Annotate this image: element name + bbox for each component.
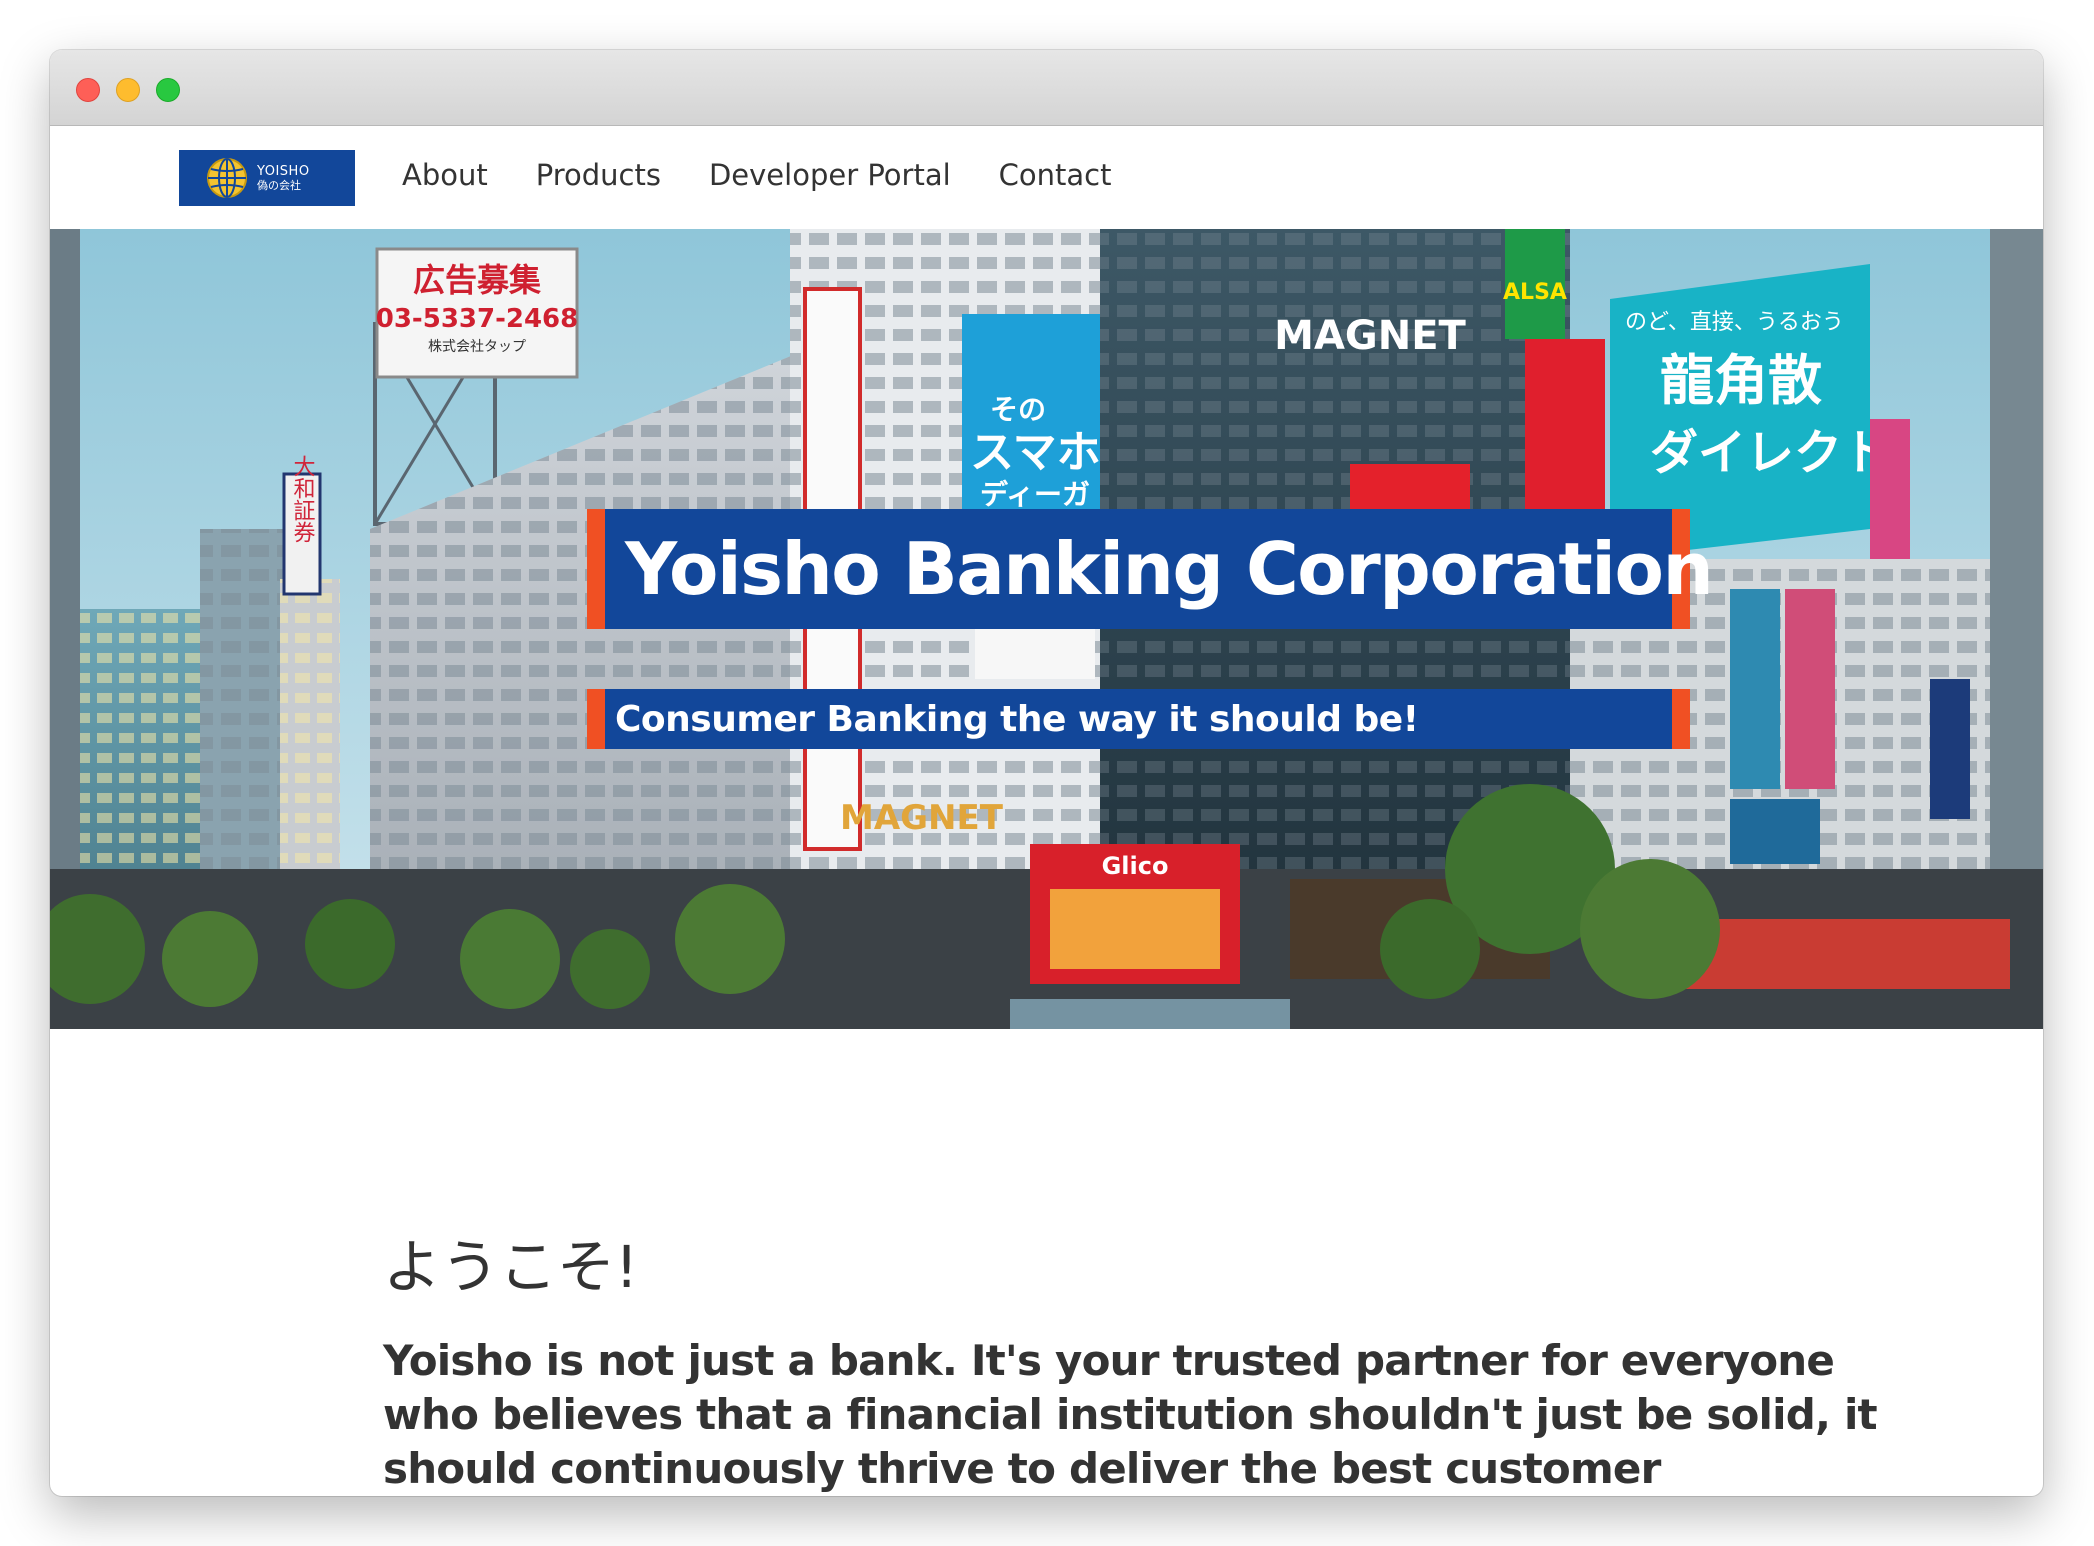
close-window-button[interactable]: [76, 78, 100, 102]
hero-subtitle: Consumer Banking the way it should be!: [587, 689, 1690, 749]
billboard-line-3: 株式会社タップ: [428, 339, 526, 355]
ryukakusan-sign-1: 龍角散: [1660, 349, 1822, 412]
nav-contact-link[interactable]: Contact: [999, 158, 1112, 192]
billboard-line-2: 03-5337-2468: [376, 304, 579, 334]
maximize-window-button[interactable]: [156, 78, 180, 102]
alsa-sign-text: ALSA: [1503, 280, 1567, 305]
daiwa-sign-text: 大和証券: [290, 455, 316, 543]
billboard-line-1: 広告募集: [413, 261, 541, 299]
main-content: ようこそ! Yoisho is not just a bank. It's yo…: [383, 1220, 1933, 1496]
nav-links: About Products Developer Portal Contact: [402, 158, 1159, 192]
welcome-heading: ようこそ!: [383, 1233, 639, 1301]
ryukakusan-sign-2: ダイレクト: [1650, 425, 1890, 481]
minimize-window-button[interactable]: [116, 78, 140, 102]
brand-wordmark: YOISHO 偽の会社: [257, 165, 310, 191]
brand-name: YOISHO: [257, 164, 310, 179]
hero-title: Yoisho Banking Corporation: [587, 509, 1714, 629]
sumaho-sign-3: ディーガ: [980, 478, 1090, 511]
glico-sign-text: Glico: [1102, 852, 1169, 880]
browser-window: YOISHO 偽の会社 About Products Developer Por…: [50, 50, 2043, 1496]
magnet-top-sign: MAGNET: [1274, 313, 1466, 359]
nav-about-link[interactable]: About: [402, 158, 488, 192]
magnet-mid-sign: MAGNET: [840, 798, 1004, 838]
brand-subname: 偽の会社: [257, 179, 301, 192]
hero-banner: 大和証券 広告募集 03-5337-2468 株式会社タップ その スマホ ディ…: [50, 229, 2043, 1029]
brand-logo[interactable]: YOISHO 偽の会社: [179, 150, 355, 206]
window-titlebar: [50, 50, 2043, 126]
ryukakusan-sign-3: のど、直接、うるおう: [1625, 310, 1844, 335]
city-street-photo: 大和証券 広告募集 03-5337-2468 株式会社タップ その スマホ ディ…: [50, 229, 2043, 1029]
sumaho-sign-1: その: [990, 393, 1046, 426]
nav-developer-portal-link[interactable]: Developer Portal: [709, 158, 951, 192]
intro-paragraph: Yoisho is not just a bank. It's your tru…: [383, 1336, 1878, 1493]
nav-products-link[interactable]: Products: [536, 158, 661, 192]
globe-icon: [207, 158, 247, 198]
sumaho-sign-2: スマホ: [970, 427, 1101, 478]
